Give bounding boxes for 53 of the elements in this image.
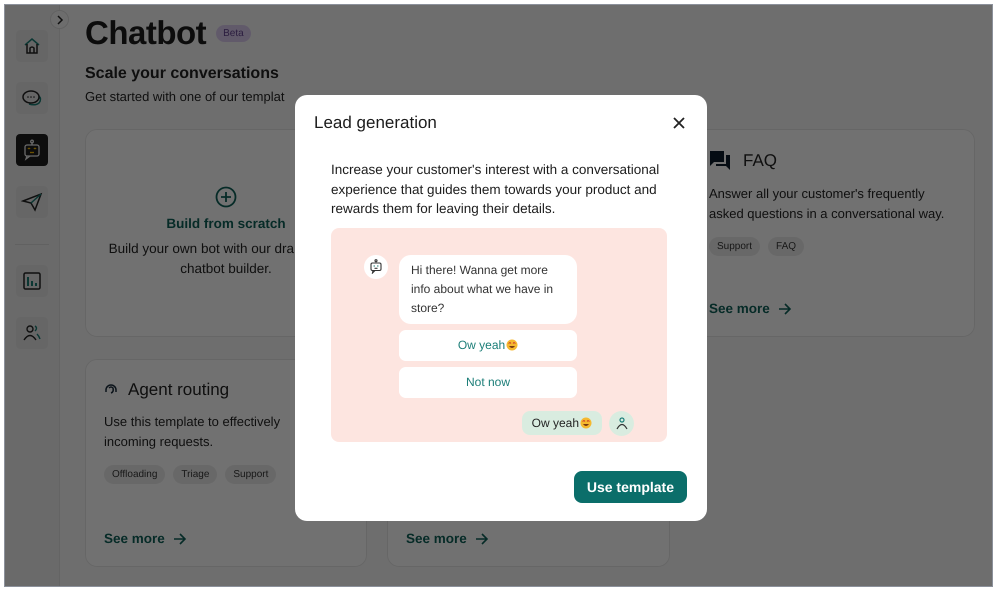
description-line: asked questions in a conversational way. (709, 204, 946, 223)
tag-chip: Support (709, 237, 760, 256)
star-eyes-emoji-icon (580, 417, 592, 429)
reply-option[interactable]: Not now (399, 366, 577, 398)
card-title: Agent routing (128, 380, 230, 400)
page-title: Chatbot (85, 14, 206, 52)
people-icon (22, 323, 42, 343)
see-more-link[interactable]: See more (709, 301, 956, 316)
sidebar-item[interactable] (16, 30, 48, 62)
star-eyes-emoji-icon (506, 339, 518, 351)
user-avatar (609, 410, 634, 436)
see-more-link[interactable]: See more (104, 531, 348, 546)
bot-message: Hi there! Wanna get more info about what we have in store? (399, 254, 577, 324)
see-more-link[interactable]: See more (406, 531, 651, 546)
description-line: Use this template to effectively (104, 413, 282, 431)
home-icon (22, 36, 42, 56)
sidebar-item[interactable] (16, 186, 48, 218)
tag-chip: FAQ (768, 237, 804, 256)
user-message: Ow yeah (522, 411, 602, 435)
close-button[interactable] (671, 115, 687, 131)
modal-description: Increase your customer's interest with a conversational experience that guides them towards your product and rewards them for leaving their details. (331, 161, 660, 218)
reply-option[interactable]: Ow yeah (399, 330, 577, 360)
bar-chart-icon (22, 271, 42, 291)
tag-chip: Triage (173, 465, 218, 484)
card-title: FAQ (743, 151, 778, 171)
sidebar-item[interactable] (16, 265, 48, 297)
intro-text: Get started with one of our templat (85, 89, 286, 104)
arrow-right-icon (474, 532, 489, 544)
use-template-button[interactable]: Use template (574, 471, 687, 503)
tag-chip: Support (225, 465, 276, 484)
card-title: Build from scratch (166, 216, 286, 231)
paper-plane-icon (21, 192, 43, 212)
chevron-right-icon (56, 14, 64, 24)
chat-icon (21, 88, 43, 108)
sidebar-item[interactable] (16, 134, 48, 166)
arrow-right-icon (172, 532, 187, 544)
description-line: chatbot builder. (179, 260, 273, 278)
plus-circle-icon[interactable] (215, 186, 237, 208)
arrow-right-icon (778, 302, 792, 314)
sidebar-item[interactable] (16, 317, 48, 349)
sidebar-item[interactable] (16, 82, 48, 114)
description-line: Answer all your customer's frequently (709, 185, 926, 203)
tag-chip: Offloading (104, 465, 166, 484)
description-line: Build your own bot with our dra (108, 240, 295, 258)
chat-bubbles-icon (709, 150, 733, 172)
robot-icon (22, 139, 42, 161)
bot-avatar (364, 254, 388, 278)
description-line: incoming requests. (104, 432, 214, 451)
section-heading: Scale your conversations (85, 65, 280, 83)
close-icon (673, 117, 685, 129)
modal-title: Lead generation (314, 113, 437, 133)
sidebar-toggle-button[interactable] (50, 10, 69, 29)
beta-badge: Beta (216, 24, 251, 42)
